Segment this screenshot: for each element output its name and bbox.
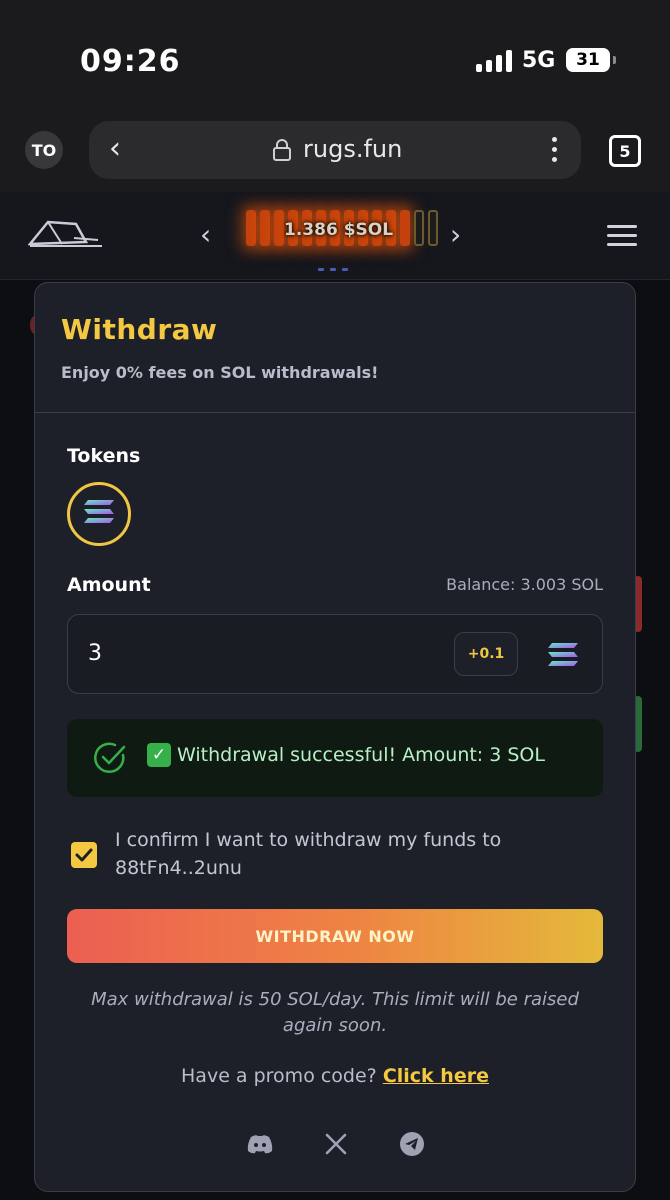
price-label: 1.386 $SOL: [284, 220, 394, 240]
x-icon[interactable]: [323, 1131, 349, 1157]
token-sol-button[interactable]: [67, 482, 131, 546]
site-header: ‹ 1.386 $SOL ›: [0, 192, 670, 280]
confirm-checkbox[interactable]: [71, 842, 97, 868]
network-label: 5G: [522, 48, 556, 73]
modal-title: Withdraw: [61, 313, 218, 346]
status-time: 09:26: [80, 44, 181, 79]
discord-icon[interactable]: [247, 1131, 273, 1157]
solana-icon: [82, 498, 116, 530]
lock-icon: [272, 139, 292, 165]
signal-icon: [476, 50, 512, 72]
browser-toolbar: TO ‹ rugs.fun 5: [0, 110, 670, 192]
success-message: Withdrawal successful! Amount: 3 SOL: [177, 744, 545, 766]
withdraw-now-button[interactable]: WITHDRAW NOW: [67, 909, 603, 963]
status-bar: 09:26 5G 31: [0, 0, 670, 110]
chevron-left-icon[interactable]: ‹: [200, 218, 211, 251]
limit-note: Max withdrawal is 50 SOL/day. This limit…: [91, 989, 579, 1036]
increment-button[interactable]: +0.1: [454, 632, 518, 676]
tabs-button[interactable]: 5: [609, 135, 641, 167]
logo-icon[interactable]: [27, 216, 104, 254]
carousel-dots: [318, 268, 348, 271]
more-options-icon[interactable]: [552, 137, 557, 162]
promo-line: Have a promo code? Click here: [35, 1065, 635, 1087]
url-text: rugs.fun: [303, 135, 403, 163]
success-check-icon: [93, 741, 127, 779]
social-links: [247, 1131, 425, 1157]
amount-input[interactable]: [88, 641, 288, 666]
modal-subtitle: Enjoy 0% fees on SOL withdrawals!: [61, 363, 379, 382]
back-icon[interactable]: ‹: [109, 131, 121, 166]
amount-label: Amount: [67, 574, 151, 596]
chevron-right-icon[interactable]: ›: [450, 218, 461, 251]
confirm-text: I confirm I want to withdraw my funds to…: [115, 829, 502, 879]
telegram-icon[interactable]: [399, 1131, 425, 1157]
withdraw-modal: Withdraw Enjoy 0% fees on SOL withdrawal…: [34, 282, 636, 1192]
success-alert: ✓ Withdrawal successful! Amount: 3 SOL: [67, 719, 603, 797]
check-mark-icon: ✓: [147, 743, 171, 767]
solana-icon: [546, 641, 580, 673]
promo-prefix: Have a promo code?: [181, 1065, 377, 1087]
divider: [35, 412, 635, 413]
promo-link[interactable]: Click here: [383, 1065, 489, 1087]
balance-text: Balance: 3.003 SOL: [446, 575, 603, 594]
amount-field[interactable]: +0.1: [67, 614, 603, 694]
tokens-label: Tokens: [67, 445, 141, 467]
menu-icon[interactable]: [607, 225, 637, 246]
profile-avatar[interactable]: TO: [25, 131, 63, 169]
battery-icon: 31: [566, 48, 616, 72]
address-bar[interactable]: ‹ rugs.fun: [89, 121, 581, 179]
